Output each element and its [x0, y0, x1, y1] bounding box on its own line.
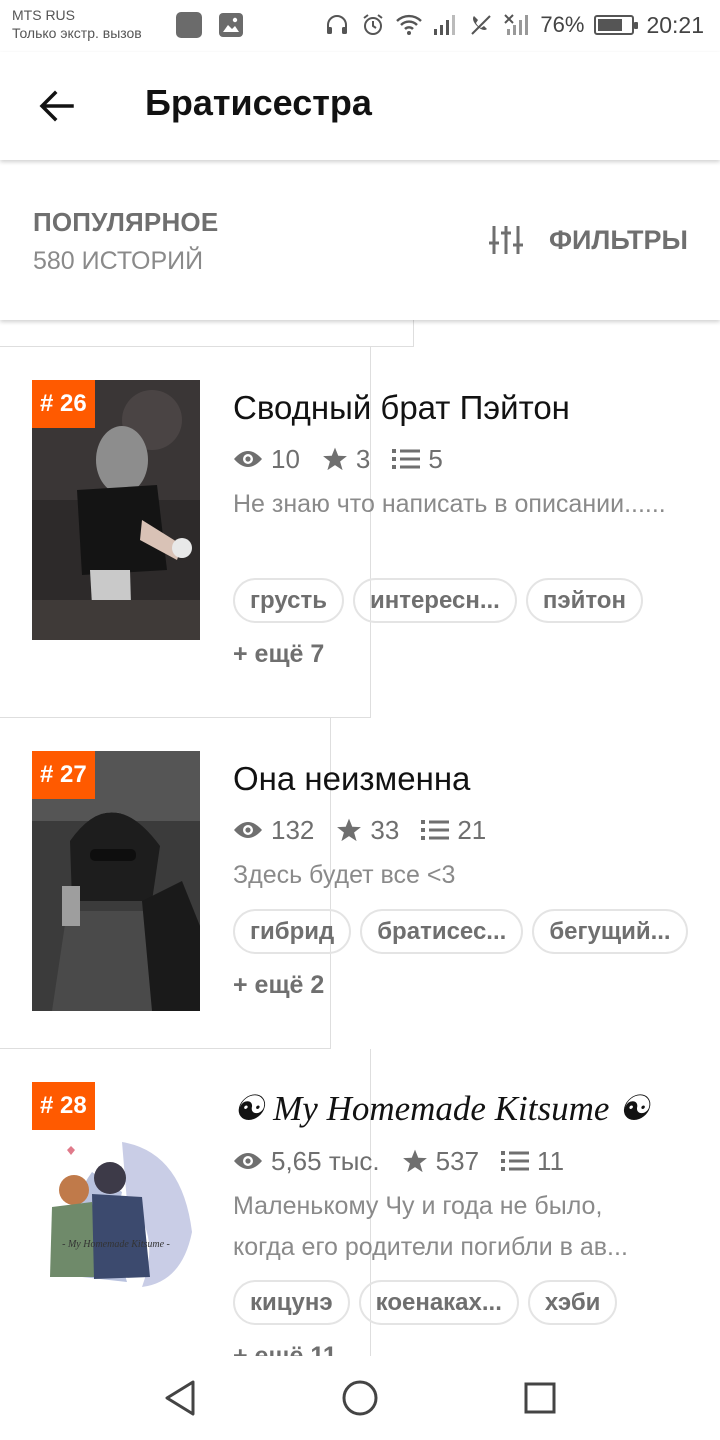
alarm-icon — [360, 12, 386, 38]
signal-icon — [432, 12, 458, 38]
story-list[interactable]: # 26 Сводный брат Пэйтон 10 3 5 Не знаю … — [0, 320, 720, 1356]
tag-chip[interactable]: гибрид — [233, 909, 352, 954]
parts-stat: 21 — [421, 815, 486, 846]
tag-chip[interactable]: бегущий... — [532, 909, 688, 954]
app-bar: Братисестра — [0, 52, 720, 160]
recents-square-icon[interactable] — [518, 1376, 562, 1420]
story-title[interactable]: Она неизменна — [233, 760, 470, 798]
app-notification-icon — [176, 12, 202, 38]
clock: 20:21 — [646, 11, 704, 38]
tag-chip[interactable]: братисес... — [360, 909, 524, 954]
battery-percent: 76% — [540, 12, 585, 37]
list-icon — [421, 820, 450, 840]
star-icon — [402, 1149, 427, 1173]
story-description: Маленькому Чу и года не было, когда его … — [233, 1186, 693, 1268]
more-tags-button[interactable]: + ещё 11 — [233, 1334, 345, 1356]
sliders-icon — [488, 226, 523, 254]
tag-list: гибрид братисес... бегущий... + ещё 2 — [233, 909, 693, 1008]
battery-icon — [594, 15, 639, 35]
sort-dropdown[interactable]: ПОПУЛЯРНОЕ — [33, 207, 218, 238]
parts-count: 21 — [457, 814, 487, 845]
star-icon — [337, 818, 362, 842]
votes-stat: 537 — [402, 1146, 479, 1177]
gallery-icon — [218, 12, 244, 38]
carrier-note: Только экстр. вызов — [12, 25, 142, 41]
tag-chip[interactable]: кицунэ — [233, 1280, 350, 1325]
sort-filter-bar: ПОПУЛЯРНОЕ 580 ИСТОРИЙ ФИЛЬТРЫ — [0, 160, 720, 320]
parts-count: 11 — [537, 1145, 565, 1176]
story-title[interactable]: ☯ My Homemade Kitsume ☯ — [233, 1089, 650, 1129]
views-count: 132 — [271, 814, 315, 845]
story-card[interactable]: # 26 Сводный брат Пэйтон 10 3 5 Не знаю … — [0, 347, 720, 718]
tag-chip[interactable]: интересн... — [352, 578, 517, 623]
rank-badge: # 26 — [32, 380, 95, 428]
rank-badge: # 27 — [32, 751, 95, 799]
story-stats: 132 33 21 — [233, 812, 508, 848]
home-circle-icon[interactable] — [338, 1376, 382, 1420]
story-stats: 10 3 5 — [233, 441, 465, 477]
votes-count: 33 — [370, 814, 400, 845]
star-icon — [323, 447, 347, 471]
no-call-icon — [468, 12, 494, 38]
carrier-info: MTS RUS Только экстр. вызов — [12, 6, 142, 42]
story-stats: 5,65 тыс. 537 11 — [233, 1143, 586, 1179]
parts-stat: 5 — [392, 443, 443, 475]
status-bar: MTS RUS Только экстр. вызов 76% 20:21 — [0, 0, 720, 52]
description-line-1: Маленькому Чу и года не было, — [233, 1192, 603, 1220]
cover-caption: - My Homemade Kitsume - — [62, 1239, 170, 1250]
views-stat: 132 — [233, 815, 314, 846]
headphones-icon — [324, 12, 350, 38]
tag-chip[interactable]: коенаках... — [358, 1280, 519, 1325]
tag-chip[interactable]: грусть — [233, 578, 344, 623]
votes-count: 3 — [355, 443, 371, 474]
description-line-2: когда его родители погибли в ав... — [233, 1233, 628, 1261]
tag-list: грусть интересн... пэйтон + ещё 7 — [233, 578, 693, 677]
parts-count: 5 — [428, 443, 443, 474]
list-icon — [392, 449, 421, 469]
eye-icon — [234, 1153, 262, 1169]
tag-chip[interactable]: пэйтон — [525, 578, 643, 623]
more-tags-button[interactable]: + ещё 7 — [233, 632, 332, 677]
eye-icon — [234, 451, 262, 467]
story-card[interactable]: - My Homemade Kitsume - # 28 ☯ My Homema… — [0, 1049, 720, 1356]
story-description: Не знаю что написать в описании...... — [233, 490, 666, 518]
more-tags-button[interactable]: + ещё 2 — [233, 963, 332, 1008]
story-count: 580 ИСТОРИЙ — [33, 247, 204, 275]
page-title: Братисестра — [145, 82, 372, 123]
arrow-left-icon — [39, 90, 74, 122]
views-stat: 5,65 тыс. — [233, 1146, 380, 1177]
votes-count: 537 — [435, 1145, 480, 1176]
views-count: 5,65 тыс. — [271, 1145, 380, 1176]
back-button[interactable] — [28, 80, 84, 132]
votes-stat: 3 — [322, 444, 370, 475]
battery-fill — [598, 19, 623, 31]
story-description: Здесь будет все <3 — [233, 861, 456, 889]
carrier-name: MTS RUS — [12, 7, 75, 23]
filters-label: ФИЛЬТРЫ — [548, 224, 688, 255]
wifi-icon — [396, 12, 423, 38]
navigation-bar — [0, 1356, 720, 1440]
no-signal-icon — [504, 12, 530, 38]
back-triangle-icon[interactable] — [158, 1376, 202, 1420]
eye-icon — [234, 822, 262, 838]
tag-list: кицунэ коенаках... хэби + ещё 11 — [233, 1280, 693, 1356]
story-card[interactable]: # 27 Она неизменна 132 33 21 Здесь будет… — [0, 718, 720, 1049]
votes-stat: 33 — [336, 815, 399, 846]
parts-stat: 11 — [501, 1146, 564, 1177]
list-icon — [501, 1151, 530, 1171]
views-stat: 10 — [233, 444, 300, 475]
tag-chip[interactable]: хэби — [527, 1280, 618, 1325]
views-count: 10 — [271, 443, 300, 474]
story-title[interactable]: Сводный брат Пэйтон — [233, 389, 570, 427]
rank-badge: # 28 — [32, 1082, 95, 1130]
filters-button[interactable]: ФИЛЬТРЫ — [488, 220, 688, 260]
card-divider — [0, 320, 414, 347]
